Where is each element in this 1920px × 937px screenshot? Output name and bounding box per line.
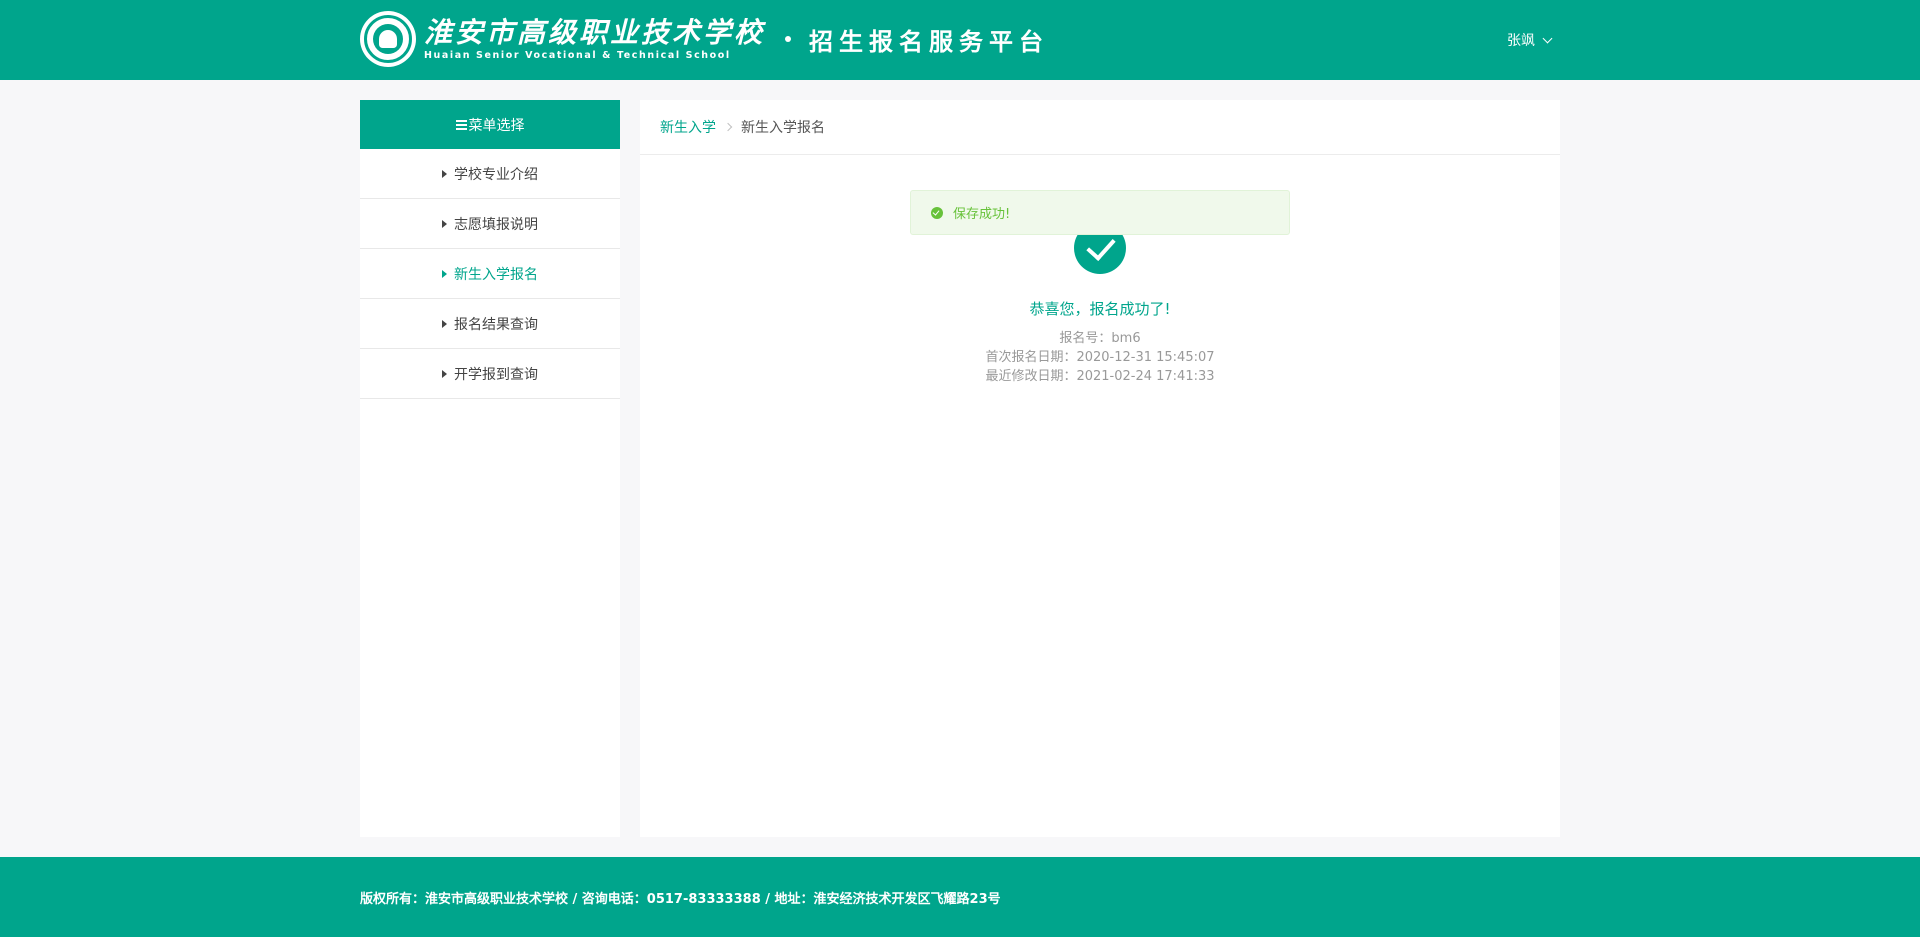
sidebar: 菜单选择 学校专业介绍 志愿填报说明 新生入学报名 报名结果查询 开学报到查询 [360, 100, 620, 837]
sidebar-item-label: 志愿填报说明 [454, 216, 538, 233]
platform-title: 招生报名服务平台 [809, 26, 1050, 56]
title-separator-dot [785, 36, 792, 42]
school-name-block: 淮安市高级职业技术学校 Huaian Senior Vocational & T… [424, 16, 765, 62]
toast-message: 保存成功! [953, 207, 1011, 222]
sidebar-item-label: 新生入学报名 [454, 266, 538, 283]
top-header: 淮安市高级职业技术学校 Huaian Senior Vocational & T… [0, 0, 1920, 80]
user-name: 张飒 [1507, 33, 1535, 49]
school-name-en: Huaian Senior Vocational & Technical Sch… [424, 50, 731, 61]
sidebar-item-result-query[interactable]: 报名结果查询 [360, 299, 620, 349]
first-registration-date: 首次报名日期：2020-12-31 15:45:07 [985, 350, 1215, 365]
breadcrumb: 新生入学 新生入学报名 [640, 100, 1560, 155]
chevron-right-icon [723, 122, 733, 132]
sidebar-item-new-student-registration[interactable]: 新生入学报名 [360, 249, 620, 299]
sidebar-item-enrollment-check-in-query[interactable]: 开学报到查询 [360, 349, 620, 399]
sidebar-header: 菜单选择 [360, 100, 620, 149]
registration-number: 报名号：bm6 [1059, 331, 1141, 346]
sidebar-item-school-majors[interactable]: 学校专业介绍 [360, 149, 620, 199]
breadcrumb-current: 新生入学报名 [741, 120, 825, 136]
breadcrumb-parent-link[interactable]: 新生入学 [660, 117, 716, 137]
school-emblem-icon [360, 11, 416, 67]
success-title: 恭喜您，报名成功了! [1029, 300, 1171, 318]
success-toast: 保存成功! [910, 190, 1290, 235]
chevron-down-icon [1542, 33, 1553, 43]
menu-icon [455, 119, 467, 130]
sidebar-item-label: 开学报到查询 [454, 366, 538, 383]
sidebar-item-label: 报名结果查询 [454, 316, 538, 333]
last-modified-date: 最近修改日期：2021-02-24 17:41:33 [985, 369, 1215, 384]
user-menu[interactable]: 张飒 [1507, 30, 1553, 50]
caret-right-icon [442, 369, 447, 378]
sidebar-header-label: 菜单选择 [468, 117, 525, 134]
caret-right-icon [442, 269, 447, 278]
check-circle-icon [931, 206, 943, 219]
footer: 版权所有：淮安市高级职业技术学校 / 咨询电话：0517-83333388 / … [0, 857, 1920, 937]
caret-right-icon [442, 169, 447, 178]
footer-copyright: 版权所有：淮安市高级职业技术学校 / 咨询电话：0517-83333388 / … [360, 891, 1001, 907]
caret-right-icon [442, 219, 447, 228]
school-name-cn: 淮安市高级职业技术学校 [424, 16, 766, 49]
sidebar-item-label: 学校专业介绍 [454, 166, 538, 183]
main-panel: 新生入学 新生入学报名 保存成功! 恭喜您，报名成功了! 报名号：bm6 首次报… [640, 100, 1560, 837]
sidebar-item-application-guide[interactable]: 志愿填报说明 [360, 199, 620, 249]
school-logo[interactable]: 淮安市高级职业技术学校 Huaian Senior Vocational & T… [360, 10, 1049, 68]
caret-right-icon [442, 319, 447, 328]
